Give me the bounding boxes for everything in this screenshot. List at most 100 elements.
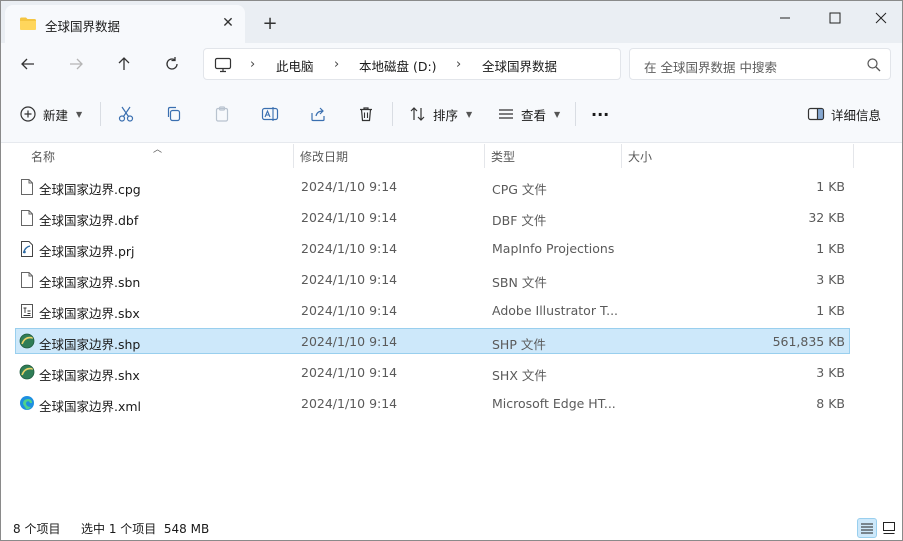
command-bar: 新建 ▼ 排序 ▼ 查看 ▼ ··· 详细信息 [1, 85, 902, 143]
address-bar[interactable]: › 此电脑 › 本地磁盘 (D:) › 全球国界数据 [203, 48, 621, 80]
title-bar: 全球国界数据 ✕ + [1, 1, 902, 43]
sort-button[interactable]: 排序 ▼ [409, 101, 472, 127]
column-headers: ︿ 名称 修改日期 类型 大小 [1, 144, 902, 169]
scissors-icon [118, 106, 134, 122]
file-date: 2024/1/10 9:14 [301, 334, 398, 349]
file-type: Microsoft Edge HT... [492, 396, 616, 411]
new-button-label: 新建 [43, 107, 69, 123]
column-header-name[interactable]: 名称 [31, 148, 55, 165]
file-type: MapInfo Projections [492, 241, 615, 256]
file-date: 2024/1/10 9:14 [301, 303, 398, 318]
breadcrumb-local-disk[interactable]: 本地磁盘 (D:) [359, 56, 437, 75]
breadcrumb-separator[interactable]: › [334, 57, 344, 72]
file-size: 1 KB [816, 179, 845, 194]
file-date: 2024/1/10 9:14 [301, 210, 398, 225]
list-view-icon [499, 109, 513, 119]
up-button[interactable] [111, 52, 137, 76]
file-name: 全球国家边界.cpg [39, 182, 141, 197]
file-type: CPG 文件 [492, 182, 547, 197]
search-box[interactable]: 在 全球国界数据 中搜索 [629, 48, 891, 80]
view-button[interactable]: 查看 ▼ [497, 101, 560, 127]
search-input[interactable]: 在 全球国界数据 中搜索 [644, 57, 777, 76]
column-header-date[interactable]: 修改日期 [300, 148, 348, 165]
refresh-button[interactable] [159, 52, 185, 76]
minimize-icon [780, 17, 790, 19]
arrow-left-icon [21, 58, 34, 70]
breadcrumb-separator[interactable]: › [250, 57, 260, 72]
details-pane-button[interactable]: 详细信息 [807, 101, 881, 127]
forward-button[interactable] [63, 52, 89, 76]
minimize-button[interactable] [771, 7, 799, 29]
file-date: 2024/1/10 9:14 [301, 396, 398, 411]
file-row[interactable]: 全球国家边界.prj 2024/1/10 9:14 MapInfo Projec… [15, 235, 850, 261]
details-view-button[interactable] [857, 518, 877, 538]
file-row[interactable]: 全球国家边界.xml 2024/1/10 9:14 Microsoft Edge… [15, 390, 850, 416]
delete-button[interactable] [357, 101, 375, 127]
file-date: 2024/1/10 9:14 [301, 179, 398, 194]
maximize-icon [829, 12, 841, 24]
file-size: 8 KB [816, 396, 845, 411]
file-row[interactable]: 全球国家边界.cpg 2024/1/10 9:14 CPG 文件 1 KB [15, 173, 850, 199]
file-name: 全球国家边界.sbx [39, 306, 140, 321]
copy-button[interactable] [165, 101, 183, 127]
close-button[interactable] [867, 7, 895, 29]
share-button[interactable] [309, 101, 327, 127]
file-name: 全球国家边界.sbn [39, 275, 141, 290]
close-icon [875, 12, 887, 24]
new-button[interactable]: 新建 ▼ [19, 101, 82, 127]
file-size: 32 KB [808, 210, 845, 225]
file-name: 全球国家边界.prj [39, 244, 135, 259]
mapinfo-icon [21, 241, 33, 257]
file-row-selected[interactable]: 全球国家边界.shp 2024/1/10 9:14 SHP 文件 561,835… [15, 328, 850, 354]
column-divider[interactable] [853, 144, 854, 168]
chevron-down-icon: ▼ [76, 109, 83, 119]
column-divider[interactable] [293, 144, 294, 168]
column-divider[interactable] [484, 144, 485, 168]
item-count: 8 个项目 [13, 522, 61, 536]
tab-close-button[interactable]: ✕ [219, 14, 237, 32]
cut-button[interactable] [117, 101, 135, 127]
file-name: 全球国家边界.dbf [39, 213, 139, 228]
view-button-label: 查看 [521, 107, 547, 123]
tab-title: 全球国界数据 [45, 19, 121, 34]
column-header-size[interactable]: 大小 [628, 148, 652, 165]
file-name: 全球国家边界.shp [39, 337, 141, 352]
sort-icon [410, 107, 425, 121]
globe-app-icon [19, 333, 35, 349]
text-doc-icon [21, 304, 33, 318]
details-pane-icon [807, 107, 825, 121]
breadcrumb-separator[interactable]: › [456, 57, 466, 72]
sort-ascending-icon: ︿ [153, 145, 163, 155]
file-row[interactable]: 全球国家边界.sbn 2024/1/10 9:14 SBN 文件 3 KB [15, 266, 850, 292]
more-options-button[interactable]: ··· [591, 101, 609, 127]
share-icon [311, 107, 325, 122]
new-tab-button[interactable]: + [259, 12, 281, 34]
file-date: 2024/1/10 9:14 [301, 365, 398, 380]
navigation-bar: › 此电脑 › 本地磁盘 (D:) › 全球国界数据 在 全球国界数据 中搜索 [1, 43, 902, 85]
file-date: 2024/1/10 9:14 [301, 272, 398, 287]
maximize-button[interactable] [821, 7, 849, 29]
trash-icon [360, 107, 372, 122]
file-row[interactable]: 全球国家边界.sbx 2024/1/10 9:14 Adobe Illustra… [15, 297, 850, 323]
file-type: DBF 文件 [492, 213, 547, 228]
breadcrumb-current-folder[interactable]: 全球国界数据 [482, 56, 557, 75]
file-row[interactable]: 全球国家边界.shx 2024/1/10 9:14 SHX 文件 3 KB [15, 359, 850, 385]
plus-circle-icon [20, 106, 36, 122]
file-size: 561,835 KB [772, 334, 845, 349]
rename-button[interactable] [261, 101, 279, 127]
column-divider[interactable] [621, 144, 622, 168]
doc-icon [21, 272, 33, 288]
breadcrumb-this-pc[interactable]: 此电脑 [276, 56, 314, 75]
tab-current-folder[interactable]: 全球国界数据 ✕ [5, 5, 245, 43]
paste-button[interactable] [213, 101, 231, 127]
column-header-type[interactable]: 类型 [491, 148, 515, 165]
file-row[interactable]: 全球国家边界.dbf 2024/1/10 9:14 DBF 文件 32 KB [15, 204, 850, 230]
file-name: 全球国家边界.shx [39, 368, 140, 383]
tiles-view-button[interactable] [879, 518, 899, 538]
chevron-down-icon: ▼ [554, 109, 561, 119]
file-size: 1 KB [816, 303, 845, 318]
file-size: 3 KB [816, 272, 845, 287]
back-button[interactable] [15, 52, 41, 76]
copy-icon [167, 106, 181, 122]
globe-app-icon [19, 364, 35, 380]
